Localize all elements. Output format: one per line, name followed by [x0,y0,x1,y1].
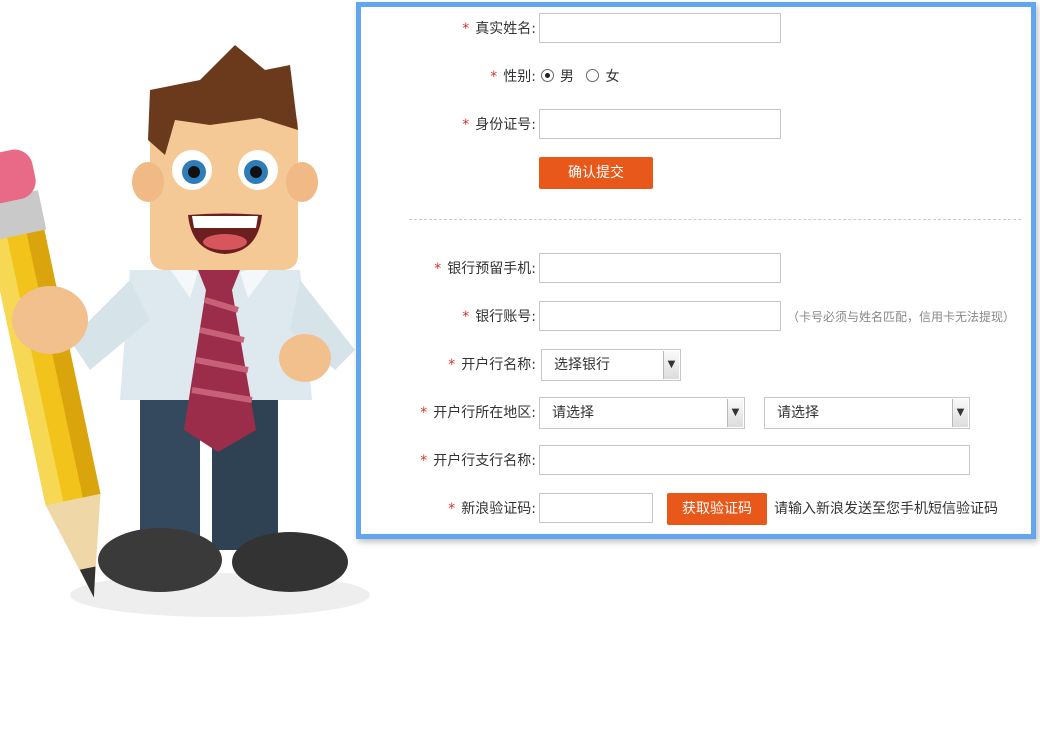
bank-phone-label: * 银行预留手机: [434,261,536,277]
bank-name-label: * 开户行名称: [448,357,536,373]
verify-code-label: * 新浪验证码: [448,501,536,517]
id-number-input[interactable] [539,109,781,139]
province-select[interactable]: 请选择 ▼ [539,397,745,429]
row-bank-name: * 开户行名称: 选择银行 ▼ [361,349,1031,381]
chevron-down-icon[interactable]: ▼ [663,351,679,379]
row-bank-account: * 银行账号: （卡号必须与姓名匹配，信用卡无法提现） [361,301,1031,333]
id-number-label: * 身份证号: [462,117,536,133]
row-gender: * 性别: 男 女 [361,61,1031,93]
verify-code-input[interactable] [539,493,653,523]
gender-label: * 性别: [490,69,536,85]
section-divider [409,219,1021,220]
required-mark: * [462,117,470,133]
required-mark: * [462,21,470,37]
verify-code-hint: 请输入新浪发送至您手机短信验证码 [774,501,998,517]
gender-radio-group: 男 女 [541,61,627,93]
row-submit: 确认提交 [361,157,1031,189]
branch-name-label: * 开户行支行名称: [420,453,536,469]
get-code-button[interactable]: 获取验证码 [667,493,767,525]
gender-female-label: 女 [605,69,620,85]
required-mark: * [462,309,470,325]
required-mark: * [448,357,456,373]
branch-name-input[interactable] [539,445,970,475]
bank-account-hint: （卡号必须与姓名匹配，信用卡无法提现） [787,310,1016,324]
city-select-value: 请选择 [777,405,819,421]
required-mark: * [420,405,428,421]
required-mark: * [420,453,428,469]
gender-male-radio[interactable] [541,69,554,82]
real-name-label: * 真实姓名: [462,21,536,37]
bank-phone-input[interactable] [539,253,781,283]
row-bank-phone: * 银行预留手机: [361,253,1031,285]
registration-form-panel: * 真实姓名: * 性别: 男 女 * 身份证号: 确认提交 * 银行预留手机: * 银行… [356,2,1036,539]
bank-select[interactable]: 选择银行 ▼ [541,349,681,381]
required-mark: * [434,261,442,277]
province-select-value: 请选择 [552,405,594,421]
row-real-name: * 真实姓名: [361,13,1031,45]
row-bank-region: * 开户行所在地区: 请选择 ▼ 请选择 ▼ [361,397,1031,429]
row-branch-name: * 开户行支行名称: [361,445,1031,477]
bank-account-input[interactable] [539,301,781,331]
bank-select-value: 选择银行 [554,357,610,373]
chevron-down-icon[interactable]: ▼ [952,399,968,427]
required-mark: * [448,501,456,517]
bank-account-label: * 银行账号: [462,309,536,325]
bank-region-label: * 开户行所在地区: [420,405,536,421]
gender-female-radio[interactable] [586,69,600,82]
real-name-input[interactable] [539,13,781,43]
required-mark: * [490,69,498,85]
submit-button[interactable]: 确认提交 [539,157,653,189]
chevron-down-icon[interactable]: ▼ [727,399,743,427]
gender-male-label: 男 [560,69,574,85]
row-id-number: * 身份证号: [361,109,1031,141]
mascot-illustration [0,45,370,617]
city-select[interactable]: 请选择 ▼ [764,397,970,429]
row-verify-code: * 新浪验证码: 获取验证码 请输入新浪发送至您手机短信验证码 [361,493,1031,525]
